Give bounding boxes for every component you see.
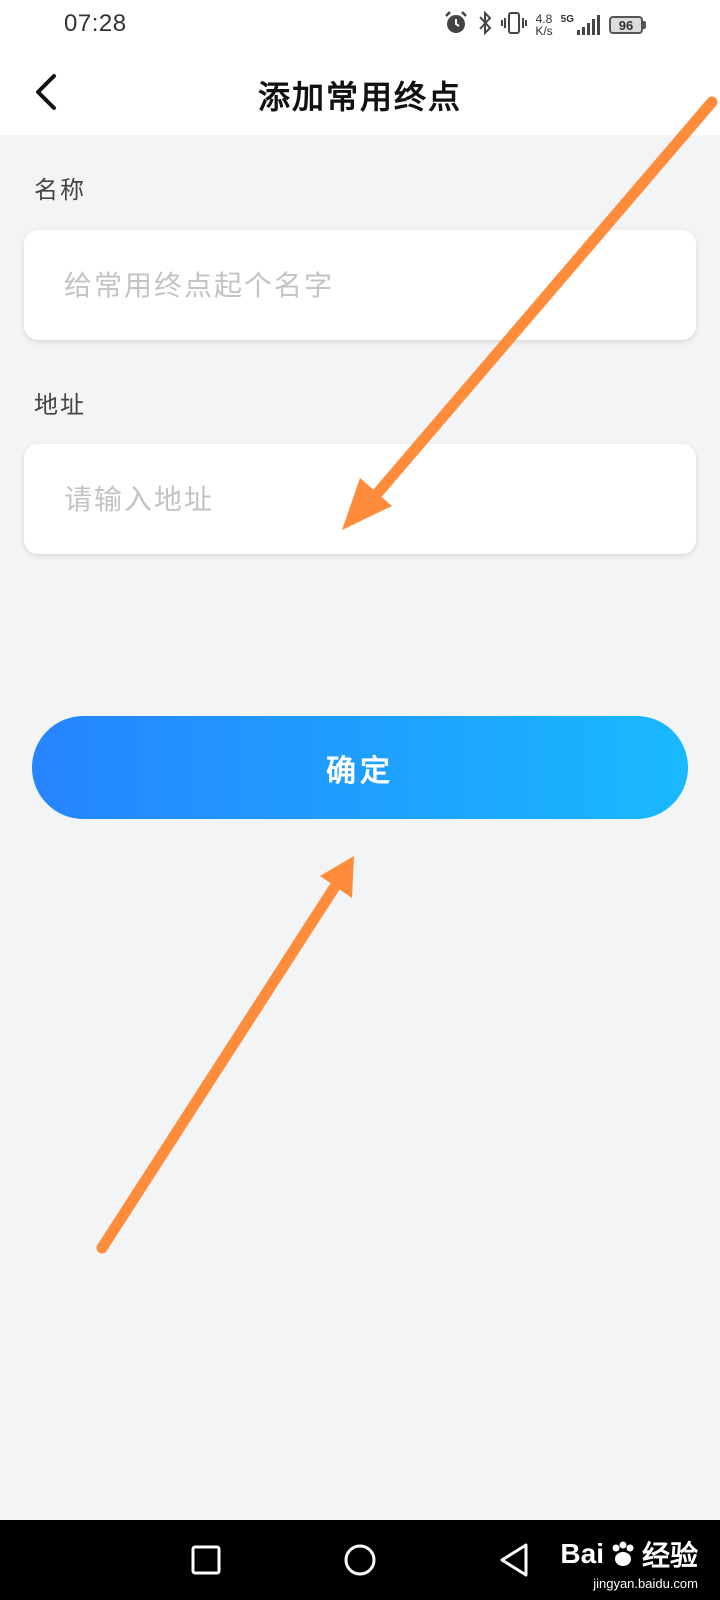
name-field-container <box>24 230 696 340</box>
app-screen: 07:28 4.8 K/s 5G 96 添加常用终点 名称 给常用终点起个名字 … <box>0 0 720 1600</box>
circle-icon <box>344 1544 376 1576</box>
address-label: 地址 <box>34 391 86 419</box>
watermark-brand-right: 经验 <box>641 1540 698 1571</box>
arrow-to-confirm-button <box>96 856 354 1254</box>
paw-icon <box>612 1541 634 1566</box>
signal-icon: 5G <box>561 14 601 36</box>
app-header: 添加常用终点 <box>0 50 720 135</box>
alarm-icon <box>443 10 469 40</box>
watermark-brand-left: Bai <box>560 1538 604 1569</box>
network-type: 5G <box>560 14 574 25</box>
bluetooth-icon <box>477 10 493 40</box>
home-button[interactable] <box>340 1540 380 1580</box>
name-label: 名称 <box>34 176 86 204</box>
recent-apps-button[interactable] <box>186 1540 226 1580</box>
status-bar: 07:28 4.8 K/s 5G 96 <box>0 0 720 50</box>
name-input[interactable] <box>24 230 696 340</box>
watermark-url: jingyan.baidu.com <box>593 1576 698 1591</box>
speed-unit: K/s <box>535 24 553 38</box>
network-speed: 4.8 K/s <box>535 13 552 37</box>
confirm-button[interactable]: 确定 <box>32 716 688 819</box>
address-field-container <box>24 444 696 554</box>
triangle-back-icon <box>500 1543 528 1577</box>
battery-icon: 96 <box>609 16 646 34</box>
page-title: 添加常用终点 <box>257 78 462 116</box>
baidu-watermark: Bai 经验 jingyan.baidu.com <box>560 1534 698 1591</box>
vibrate-icon <box>501 10 528 40</box>
status-time: 07:28 <box>64 10 127 37</box>
navigation-bar: Bai 经验 jingyan.baidu.com <box>0 1520 720 1600</box>
square-icon <box>191 1545 221 1575</box>
battery-level: 96 <box>609 16 643 34</box>
back-nav-button[interactable] <box>494 1540 534 1580</box>
status-icons: 4.8 K/s 5G 96 <box>443 10 646 40</box>
address-input[interactable] <box>24 444 696 554</box>
